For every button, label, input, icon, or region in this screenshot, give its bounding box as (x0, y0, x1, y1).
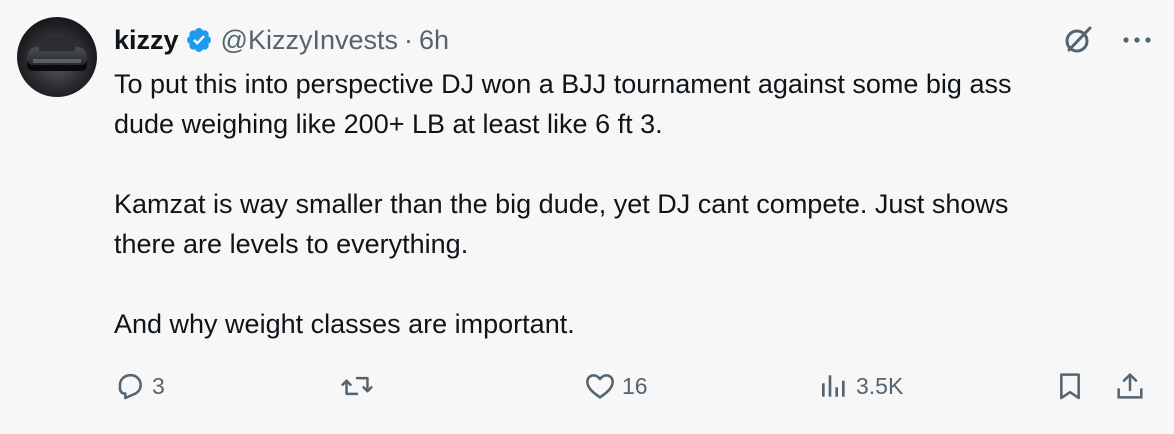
bookmark-button[interactable] (1054, 366, 1086, 406)
top-icons (1060, 22, 1152, 58)
tweet[interactable]: kizzy @KizzyInvests · 6h To put this int… (0, 0, 1174, 434)
like-button[interactable]: 16 (584, 366, 648, 406)
tweet-text: To put this into perspective DJ won a BJ… (114, 64, 1154, 344)
tweet-header: kizzy @KizzyInvests · 6h (114, 20, 449, 60)
repost-button[interactable] (340, 366, 380, 406)
reply-count: 3 (152, 372, 165, 399)
repost-icon (340, 370, 374, 402)
separator-dot: · (404, 24, 413, 55)
heart-icon (584, 370, 616, 402)
text-line: And why weight classes are important. (114, 309, 575, 339)
views-button[interactable]: 3.5K (818, 366, 903, 406)
action-bar: 3 16 3.5K (114, 366, 1154, 406)
verified-badge-icon[interactable] (185, 26, 213, 54)
reply-button[interactable]: 3 (114, 366, 165, 406)
views-count: 3.5K (856, 372, 904, 399)
reply-icon (114, 370, 146, 402)
author-handle[interactable]: @KizzyInvests (221, 25, 398, 56)
like-count: 16 (622, 372, 648, 399)
text-line: To put this into perspective DJ won a BJ… (114, 69, 1012, 99)
share-icon (1114, 370, 1146, 402)
timestamp[interactable]: 6h (419, 25, 449, 56)
text-line: dude weighing like 200+ LB at least like… (114, 109, 663, 139)
share-button[interactable] (1114, 366, 1146, 406)
bookmark-icon (1054, 370, 1086, 402)
more-icon[interactable] (1122, 35, 1152, 45)
text-line: there are levels to everything. (114, 229, 469, 259)
author-name[interactable]: kizzy (114, 25, 179, 56)
avatar-car-image (27, 37, 87, 71)
grok-icon[interactable] (1060, 22, 1096, 58)
text-line: Kamzat is way smaller than the big dude,… (114, 189, 1009, 219)
views-chart-icon (818, 370, 850, 402)
avatar[interactable] (17, 17, 97, 97)
